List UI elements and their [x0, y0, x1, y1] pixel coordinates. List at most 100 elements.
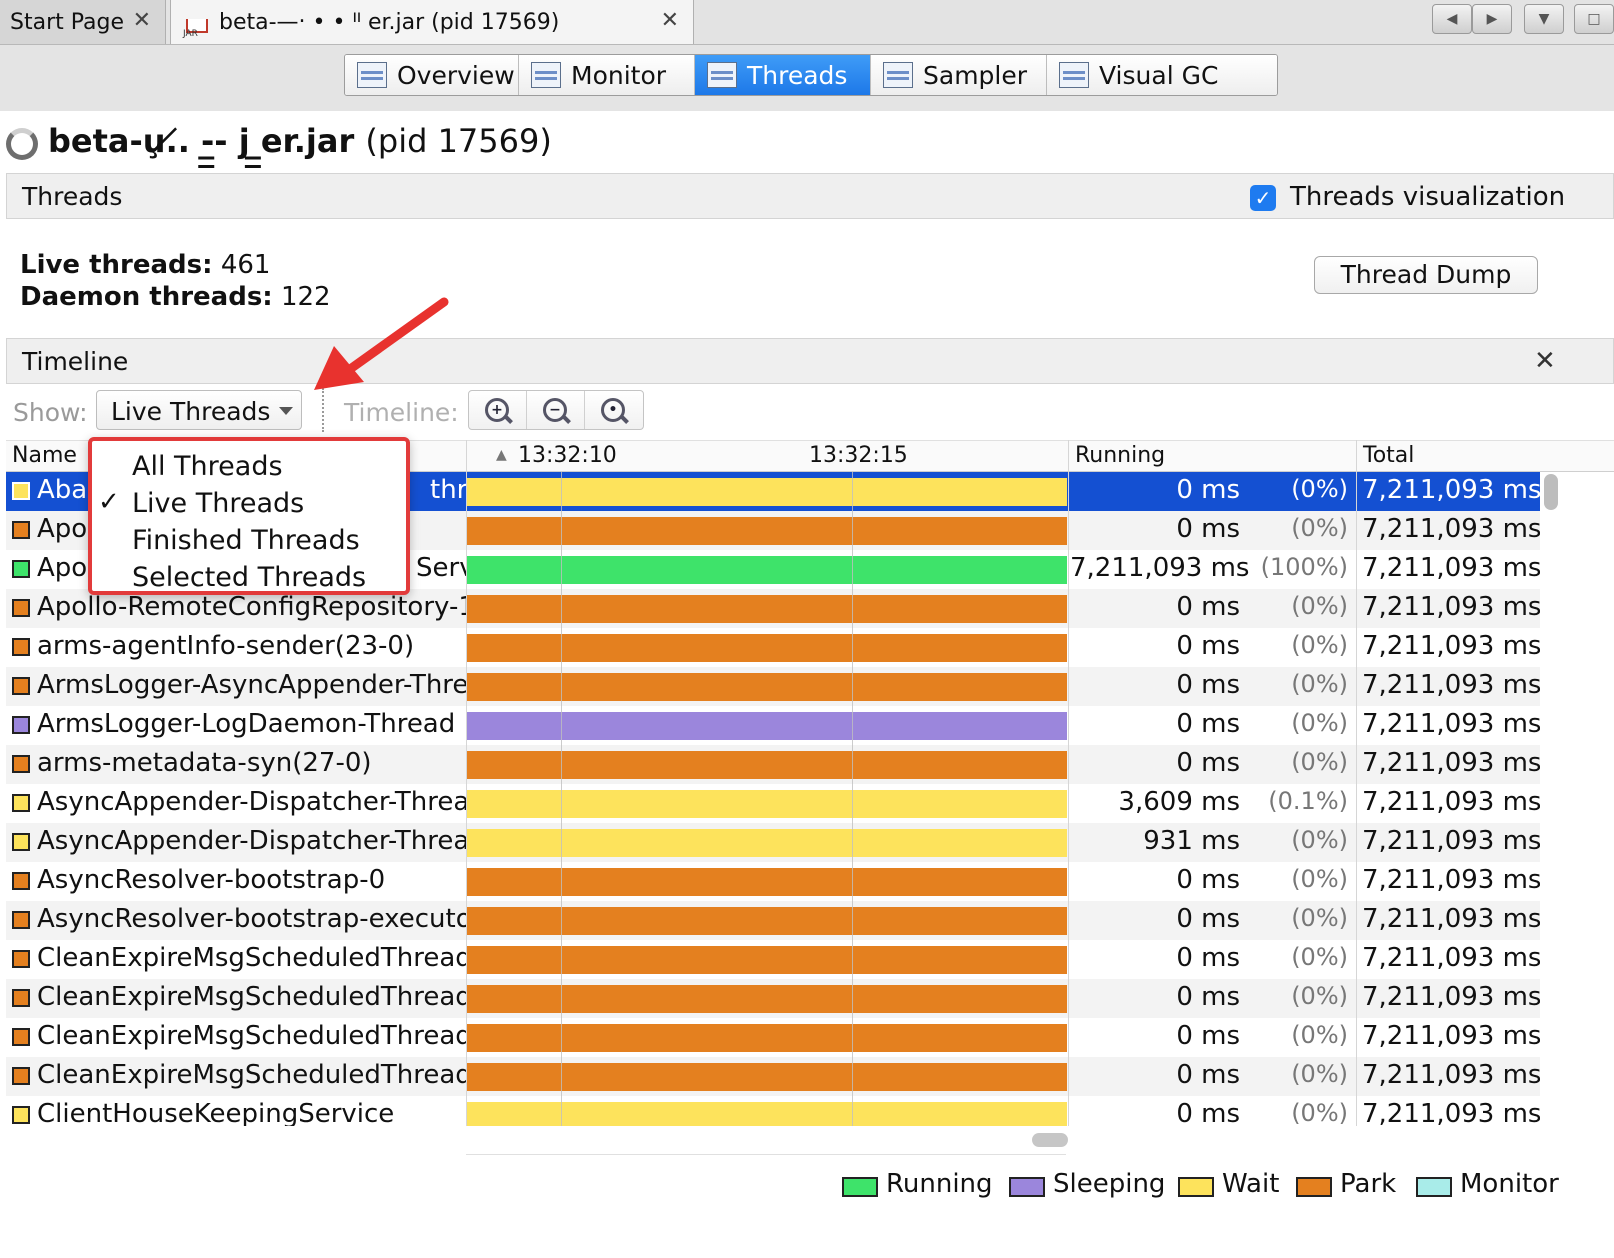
column-header-running[interactable]: Running: [1075, 443, 1165, 468]
table-row[interactable]: CleanExpireMsgScheduledThread_1 0 ms (0%) 7…: [6, 1057, 1540, 1096]
show-threads-value: Live Threads: [111, 397, 271, 426]
close-icon[interactable]: ✕: [133, 8, 151, 33]
tab-navigation-controls: ◀ ▶ ▼ □: [1432, 4, 1614, 36]
thread-state-bar: [467, 985, 1067, 1013]
tab-overview[interactable]: Overview: [345, 55, 519, 95]
table-row[interactable]: ArmsLogger-AsyncAppender-Threa 0 ms (0%) 7,…: [6, 667, 1540, 706]
horizontal-scrollbar-thumb[interactable]: [1032, 1133, 1068, 1147]
tab-threads-label: Threads: [747, 60, 848, 90]
thread-name: ArmsLogger-AsyncAppender-Threa: [37, 670, 467, 700]
menu-item-live-threads[interactable]: Live Threads: [132, 488, 304, 519]
column-header-total[interactable]: Total: [1363, 443, 1414, 468]
menu-item-finished-threads[interactable]: Finished Threads: [132, 525, 360, 556]
table-row[interactable]: CleanExpireMsgScheduledThread_1 0 ms (0%) 7…: [6, 1018, 1540, 1057]
zoom-fit-button[interactable]: •: [585, 391, 643, 429]
thread-state-bar: [467, 829, 1067, 857]
close-icon[interactable]: ✕: [661, 8, 679, 33]
running-time: 0 ms: [1176, 592, 1240, 622]
running-time: 0 ms: [1176, 514, 1240, 544]
scroll-tabs-right-icon[interactable]: ▶: [1472, 4, 1512, 34]
thread-state-icon: [12, 482, 30, 500]
running-percent: (0%): [1291, 592, 1348, 620]
thread-state-bar: [467, 751, 1067, 779]
maximize-window-icon[interactable]: □: [1574, 4, 1614, 34]
total-time: 7,211,093 ms: [1362, 670, 1540, 700]
thread-name: CleanExpireMsgScheduledThread_1: [37, 1021, 467, 1051]
tab-threads[interactable]: Threads: [695, 55, 871, 95]
tab-sampler[interactable]: Sampler: [871, 55, 1047, 95]
running-time: 0 ms: [1176, 709, 1240, 739]
thread-state-icon: [12, 1067, 30, 1085]
zoom-controls: + − •: [468, 390, 644, 430]
tab-start-page[interactable]: Start Page ✕: [0, 0, 166, 44]
live-threads-stat: Live threads: 461: [20, 250, 270, 280]
table-row[interactable]: arms-metadata-syn(27-0) 0 ms (0%) 7,211,093…: [6, 745, 1540, 784]
table-row[interactable]: AsyncAppender-Dispatcher-Thread 3,609 ms (…: [6, 784, 1540, 823]
running-percent: (0%): [1291, 826, 1348, 854]
legend-swatch-park: [1296, 1177, 1332, 1197]
tab-application[interactable]: JAR beta-—‧ • • ᐦ er.jar (pid 17569) ✕: [170, 0, 694, 44]
table-row[interactable]: arms-agentInfo-sender(23-0) 0 ms (0%) 7,211…: [6, 628, 1540, 667]
zoom-out-button[interactable]: −: [527, 391, 585, 429]
thread-name: arms-metadata-syn(27-0): [37, 748, 372, 778]
thread-state-bar: [467, 634, 1067, 662]
total-time: 7,211,093 ms: [1362, 826, 1540, 856]
close-icon[interactable]: ✕: [1534, 346, 1556, 376]
zoom-in-button[interactable]: +: [469, 391, 527, 429]
thread-name: CleanExpireMsgScheduledThread_1: [37, 1060, 467, 1090]
threads-visualization-label[interactable]: Threads visualization: [1290, 182, 1565, 212]
running-time: 0 ms: [1176, 1099, 1240, 1126]
scroll-tabs-left-icon[interactable]: ◀: [1432, 4, 1472, 34]
thread-dump-button[interactable]: Thread Dump: [1314, 256, 1538, 294]
thread-state-icon: [12, 677, 30, 695]
tab-visual-gc[interactable]: Visual GC: [1047, 55, 1277, 95]
table-row[interactable]: ClientHouseKeepingService 0 ms (0%) 7,211,0…: [6, 1096, 1540, 1126]
total-time: 7,211,093 ms: [1362, 553, 1540, 583]
table-row[interactable]: CleanExpireMsgScheduledThread_1 0 ms (0%) 7…: [6, 940, 1540, 979]
total-time: 7,211,093 ms: [1362, 514, 1540, 544]
running-percent: (0%): [1291, 982, 1348, 1010]
thread-name: Apollo-RemoteConfigRepository-1: [37, 592, 467, 622]
table-row[interactable]: AsyncResolver-bootstrap-0 0 ms (0%) 7,211,0…: [6, 862, 1540, 901]
show-label: Show:: [13, 398, 88, 427]
table-row[interactable]: AsyncResolver-bootstrap-executor 0 ms (0%)…: [6, 901, 1540, 940]
total-time: 7,211,093 ms: [1362, 709, 1540, 739]
timeline-gridline: [561, 472, 562, 1126]
sampler-icon: [883, 62, 913, 88]
column-header-name[interactable]: Name: [12, 443, 77, 468]
total-time: 7,211,093 ms: [1362, 748, 1540, 778]
running-percent: (0%): [1291, 514, 1348, 542]
vertical-scrollbar-thumb[interactable]: [1544, 474, 1558, 510]
running-percent: (0%): [1291, 709, 1348, 737]
thread-state-bar: [467, 478, 1067, 506]
thread-state-bar: [467, 556, 1067, 584]
tab-list-dropdown-icon[interactable]: ▼: [1524, 4, 1564, 34]
tab-monitor-label: Monitor: [571, 60, 667, 90]
tab-monitor[interactable]: Monitor: [519, 55, 695, 95]
running-time: 0 ms: [1176, 1021, 1240, 1051]
view-tabs: Overview Monitor Threads Sampler Visual …: [344, 54, 1278, 96]
visual-gc-icon: [1059, 62, 1089, 88]
table-row[interactable]: CleanExpireMsgScheduledThread_1 0 ms (0%) 7…: [6, 979, 1540, 1018]
running-time: 0 ms: [1176, 475, 1240, 505]
thread-state-bar: [467, 517, 1067, 545]
menu-item-selected-threads[interactable]: Selected Threads: [132, 562, 366, 593]
table-row[interactable]: AsyncAppender-Dispatcher-Thread 931 ms (0%…: [6, 823, 1540, 862]
show-threads-select[interactable]: Live Threads: [96, 390, 302, 430]
running-percent: (100%): [1260, 553, 1348, 581]
total-time: 7,211,093 ms: [1362, 943, 1540, 973]
column-divider: [466, 440, 467, 1126]
running-time: 0 ms: [1176, 1060, 1240, 1090]
running-time: 0 ms: [1176, 748, 1240, 778]
thread-state-icon: [12, 599, 30, 617]
checkmark-icon: ✓: [98, 487, 120, 517]
threads-visualization-checkbox[interactable]: ✓: [1250, 185, 1276, 211]
thread-name: CleanExpireMsgScheduledThread_1: [37, 943, 467, 973]
thread-state-icon: [12, 560, 30, 578]
table-row[interactable]: ArmsLogger-LogDaemon-Thread 0 ms (0%) 7,211…: [6, 706, 1540, 745]
total-time: 7,211,093 ms: [1362, 475, 1540, 505]
tab-visual-gc-label: Visual GC: [1099, 60, 1219, 90]
thread-name: AsyncAppender-Dispatcher-Thread: [37, 826, 467, 856]
thread-state-icon: [12, 833, 30, 851]
menu-item-all-threads[interactable]: All Threads: [132, 451, 283, 482]
